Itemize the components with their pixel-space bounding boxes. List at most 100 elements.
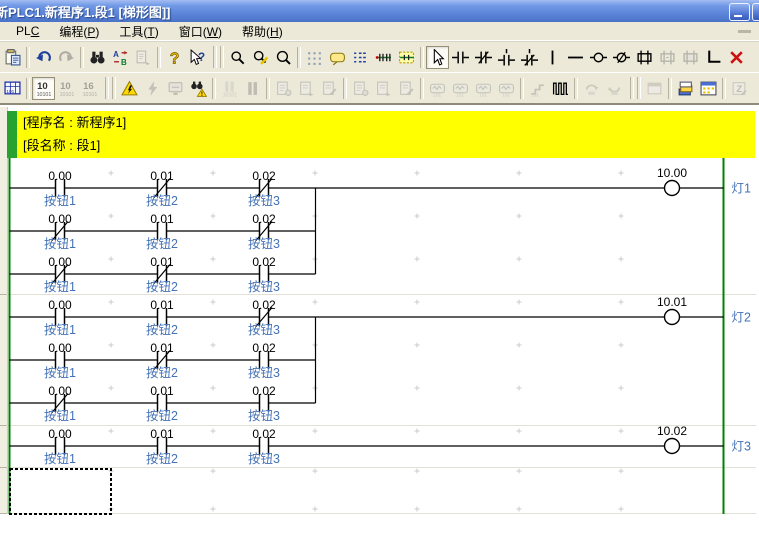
- contact-address: 0.02: [252, 255, 276, 269]
- zoom-reset-icon[interactable]: [226, 46, 249, 69]
- maximize-button[interactable]: [752, 3, 759, 21]
- coil-symbol-name: 灯1: [732, 182, 752, 196]
- menu-bar: PLC编程(P)工具(T)窗口(W)帮助(H): [0, 22, 759, 41]
- svg-text:A: A: [113, 49, 119, 58]
- rung-margin: [0, 107, 7, 514]
- program-name-banner[interactable]: [程序名 : 新程序1]: [23, 115, 126, 130]
- menu-item-2[interactable]: 编程(P): [49, 22, 109, 41]
- contact-symbol-name: 按钮3: [248, 193, 280, 208]
- grid-toggle-icon[interactable]: [303, 46, 326, 69]
- coil-10.02[interactable]: 10.02灯3: [657, 424, 751, 454]
- force-off-icon: [603, 77, 626, 100]
- toolbar-separator: [80, 47, 84, 68]
- title-bar: 新PLC1.新程序1.段1 [梯形图]]: [0, 0, 759, 22]
- search-warning-icon[interactable]: !: [187, 77, 210, 100]
- toolbar-separator: [420, 78, 424, 99]
- closed-contact-tool-icon[interactable]: [472, 46, 495, 69]
- find-replace-icon[interactable]: AB: [109, 46, 132, 69]
- monitor-signed-decimal-icon: 1010101: [55, 77, 78, 100]
- svg-text:16: 16: [83, 81, 94, 92]
- toolbar-grip: [220, 46, 224, 68]
- contact-symbol-name: 按钮2: [146, 236, 178, 251]
- open-contact-or-tool-icon[interactable]: [495, 46, 518, 69]
- menu-item-5[interactable]: 帮助(H): [232, 22, 293, 41]
- show-rung-wrap-icon[interactable]: [372, 46, 395, 69]
- io-comment-view-icon[interactable]: [349, 46, 372, 69]
- select-tool-icon[interactable]: [426, 46, 449, 69]
- zoom-out-icon[interactable]: [272, 46, 295, 69]
- contact-address: 0.01: [150, 341, 174, 355]
- contact-symbol-name: 按钮1: [44, 451, 76, 466]
- toolbar-separator: [420, 47, 424, 68]
- menu-item-3[interactable]: 工具(T): [109, 22, 168, 41]
- coil-address: 10.00: [657, 166, 687, 180]
- help-icon[interactable]: ?: [163, 46, 186, 69]
- toolbar-separator: [26, 47, 30, 68]
- menu-item-4[interactable]: 窗口(W): [169, 22, 232, 41]
- contact-address: 0.00: [48, 341, 72, 355]
- contact-symbol-name: 按钮2: [146, 322, 178, 337]
- toolbar-separator: [668, 78, 672, 99]
- section-name-banner[interactable]: [段名称 : 段1]: [23, 138, 100, 153]
- views-stack-icon[interactable]: [674, 77, 697, 100]
- toolbar-grip: [105, 77, 109, 99]
- find-icon[interactable]: [86, 46, 109, 69]
- coil-10.01[interactable]: 10.01灯2: [657, 295, 751, 325]
- toolbar-separator: [722, 78, 726, 99]
- force-on-icon: [580, 77, 603, 100]
- data-trace-icon: 101: [426, 77, 449, 100]
- rung-3: 0.00按钮10.01按钮20.02按钮310.02灯3: [10, 424, 752, 466]
- mdi-child-minimize-button[interactable]: [738, 30, 751, 33]
- coil-10.00[interactable]: 10.00 灯1: [657, 166, 751, 196]
- paste-program-icon[interactable]: [1, 46, 24, 69]
- rung-comment-icon[interactable]: [326, 46, 349, 69]
- closed-contact-or-tool-icon[interactable]: [518, 46, 541, 69]
- svg-text:10101: 10101: [60, 91, 75, 96]
- contact-symbol-name: 按钮1: [44, 408, 76, 423]
- toolbar-separator: [26, 78, 30, 99]
- contact-address: 0.00: [48, 169, 72, 183]
- contact-symbol-name: 按钮2: [146, 279, 178, 294]
- toolbar-separator: [343, 78, 347, 99]
- svg-text:10101: 10101: [223, 92, 238, 97]
- instruction-tool-icon[interactable]: [633, 46, 656, 69]
- svg-text:101: 101: [6, 88, 14, 94]
- pause-monitor-icon: [241, 77, 264, 100]
- minimize-button[interactable]: [729, 3, 750, 21]
- window-buttons: [729, 1, 759, 21]
- menu-item-1[interactable]: PLC: [6, 23, 49, 39]
- contact-address: 0.02: [252, 298, 276, 312]
- toolbar-separator: [297, 47, 301, 68]
- io-table-icon[interactable]: [697, 77, 720, 100]
- zoom-in-icon[interactable]: [249, 46, 272, 69]
- coil-tool-icon[interactable]: [587, 46, 610, 69]
- line-connect-tool-icon[interactable]: [702, 46, 725, 69]
- banner-yellow-strip: [17, 111, 755, 158]
- toolbar-grip: [630, 77, 634, 99]
- vertical-line-tool-icon[interactable]: [541, 46, 564, 69]
- svg-text:?: ?: [170, 50, 180, 66]
- context-help-icon[interactable]: ?: [186, 46, 209, 69]
- contact-address: 0.00: [48, 298, 72, 312]
- toolbar-grip: [112, 77, 116, 99]
- horizontal-line-tool-icon[interactable]: [564, 46, 587, 69]
- window-title: 新PLC1.新程序1.段1 [梯形图]]: [0, 2, 171, 21]
- compile-program-icon[interactable]: [118, 77, 141, 100]
- window-display-icon: [643, 77, 666, 100]
- undo-icon[interactable]: [32, 46, 55, 69]
- io-monitor-grid-icon[interactable]: 101: [1, 77, 24, 100]
- selection-marquee[interactable]: [10, 469, 111, 514]
- time-chart-monitor-icon[interactable]: [549, 77, 572, 100]
- closed-coil-tool-icon[interactable]: [610, 46, 633, 69]
- svg-text:101: 101: [456, 92, 464, 97]
- contact-address: 0.02: [252, 384, 276, 398]
- toolbar-separator: [520, 78, 524, 99]
- monitor-decimal-icon[interactable]: 1010101: [32, 77, 55, 100]
- toolbar-plc: 101101010110101011610101!101011011011011…: [0, 72, 759, 105]
- open-contact-tool-icon[interactable]: [449, 46, 472, 69]
- svg-text:?: ?: [198, 51, 205, 64]
- find-in-project-icon: [132, 46, 155, 69]
- contact-symbol-name: 按钮3: [248, 408, 280, 423]
- rung-annotation-icon[interactable]: [395, 46, 418, 69]
- delete-tool-icon[interactable]: [725, 46, 748, 69]
